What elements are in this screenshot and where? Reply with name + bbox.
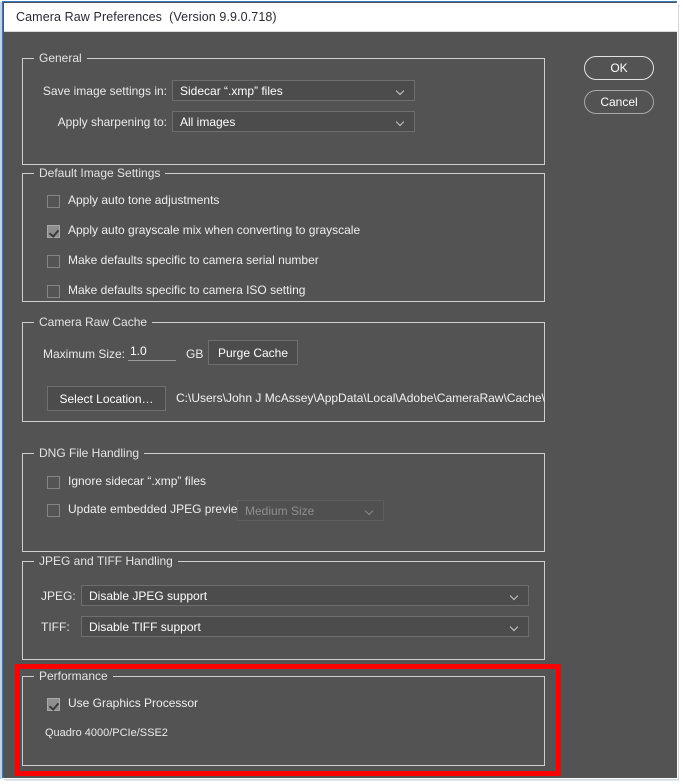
use-graphics-processor-checkbox[interactable]	[47, 698, 60, 711]
camera-serial-checkbox[interactable]	[47, 255, 60, 268]
apply-sharpening-value: All images	[180, 115, 236, 129]
save-image-settings-dropdown[interactable]: Sidecar “.xmp” files	[172, 80, 415, 101]
group-dng-file-handling-legend: DNG File Handling	[34, 446, 145, 461]
title-bar[interactable]: Camera Raw Preferences (Version 9.9.0.71…	[4, 3, 677, 32]
window-title-text: Camera Raw Preferences	[16, 10, 163, 24]
chevron-down-icon	[397, 119, 406, 125]
tiff-support-value: Disable TIFF support	[89, 620, 201, 634]
chevron-down-icon	[366, 508, 375, 514]
ok-button[interactable]: OK	[584, 56, 654, 80]
chevron-down-icon	[511, 624, 520, 630]
tiff-support-dropdown[interactable]: Disable TIFF support	[81, 616, 529, 637]
maximum-size-units: GB	[186, 347, 204, 361]
save-image-settings-value: Sidecar “.xmp” files	[180, 84, 283, 98]
preview-size-value: Medium Size	[245, 504, 315, 518]
apply-auto-tone-checkbox[interactable]	[47, 195, 60, 208]
use-graphics-processor-label: Use Graphics Processor	[68, 696, 199, 710]
window-shadow-right	[678, 4, 679, 780]
jpeg-support-value: Disable JPEG support	[89, 589, 208, 603]
update-previews-label: Update embedded JPEG previews:	[68, 502, 256, 516]
chevron-down-icon	[397, 88, 406, 94]
group-default-image-settings: Default Image Settings Apply auto tone a…	[22, 166, 545, 302]
group-jpeg-tiff-handling: JPEG and TIFF Handling JPEG: Disable JPE…	[22, 554, 545, 660]
dialog-body: OK Cancel General Save image settings in…	[4, 32, 677, 778]
apply-auto-grayscale-label: Apply auto grayscale mix when converting…	[68, 223, 361, 237]
window-version-text: (Version 9.9.0.718)	[169, 10, 277, 24]
jpeg-label: JPEG:	[41, 589, 76, 603]
window-title: Camera Raw Preferences (Version 9.9.0.71…	[16, 10, 277, 24]
group-camera-raw-cache: Camera Raw Cache Maximum Size: 1.0 GB Pu…	[22, 315, 545, 422]
apply-sharpening-dropdown[interactable]: All images	[172, 111, 415, 132]
apply-auto-tone-label: Apply auto tone adjustments	[68, 193, 220, 207]
group-general-legend: General	[34, 51, 87, 66]
cache-path-text: C:\Users\John J McAssey\AppData\Local\Ad…	[176, 391, 545, 405]
preview-size-dropdown[interactable]: Medium Size	[237, 500, 384, 521]
save-image-settings-label: Save image settings in:	[42, 84, 167, 98]
group-jpeg-tiff-handling-legend: JPEG and TIFF Handling	[34, 554, 178, 569]
group-performance-legend: Performance	[34, 669, 113, 684]
group-performance: Performance Use Graphics Processor Quadr…	[22, 669, 545, 766]
chevron-down-icon	[511, 593, 520, 599]
group-camera-raw-cache-legend: Camera Raw Cache	[34, 315, 153, 330]
ignore-sidecar-checkbox[interactable]	[47, 476, 60, 489]
cancel-button[interactable]: Cancel	[584, 90, 654, 114]
purge-cache-button[interactable]: Purge Cache	[208, 340, 298, 365]
group-default-image-settings-legend: Default Image Settings	[34, 166, 166, 181]
tiff-label: TIFF:	[41, 620, 70, 634]
window-shadow-bottom-2	[6, 780, 679, 781]
group-dng-file-handling: DNG File Handling Ignore sidecar “.xmp” …	[22, 446, 545, 552]
maximum-size-label: Maximum Size:	[43, 347, 126, 361]
jpeg-support-dropdown[interactable]: Disable JPEG support	[81, 585, 529, 606]
camera-iso-checkbox[interactable]	[47, 285, 60, 298]
select-location-button[interactable]: Select Location…	[47, 386, 166, 411]
apply-sharpening-label: Apply sharpening to:	[57, 115, 167, 129]
window-frame: Camera Raw Preferences (Version 9.9.0.71…	[2, 1, 677, 778]
ignore-sidecar-label: Ignore sidecar “.xmp” files	[68, 474, 207, 488]
apply-auto-grayscale-checkbox[interactable]	[47, 225, 60, 238]
camera-serial-label: Make defaults specific to camera serial …	[68, 253, 319, 267]
update-previews-checkbox[interactable]	[47, 504, 60, 517]
maximum-size-input[interactable]: 1.0	[128, 344, 176, 361]
group-general: General Save image settings in: Sidecar …	[22, 51, 545, 165]
graphics-processor-name: Quadro 4000/PCIe/SSE2	[45, 727, 168, 739]
camera-raw-preferences-window: Camera Raw Preferences (Version 9.9.0.71…	[0, 0, 683, 784]
camera-iso-label: Make defaults specific to camera ISO set…	[68, 283, 306, 297]
